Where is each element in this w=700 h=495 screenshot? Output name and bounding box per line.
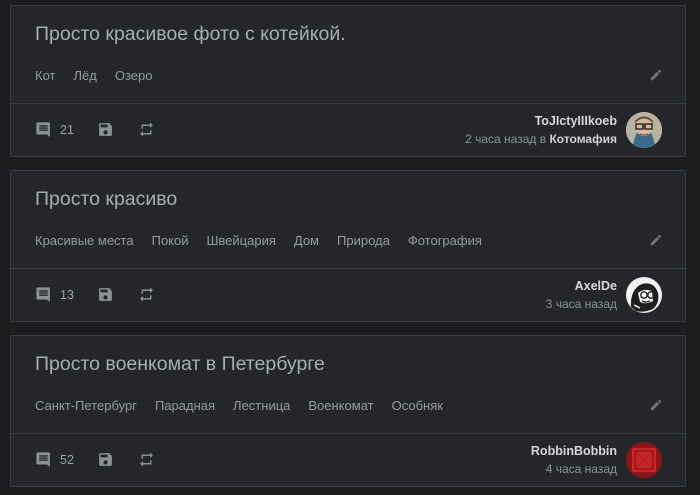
repost-button[interactable]: [137, 121, 156, 138]
tag[interactable]: Военкомат: [308, 398, 373, 413]
save-floppy-icon: [99, 123, 112, 136]
author-name[interactable]: RobbinBobbin: [531, 444, 617, 458]
post-meta: 2 часа назад в Котомафия: [465, 132, 617, 146]
story-actions: 13: [35, 286, 156, 303]
story-title[interactable]: Просто красиво: [35, 188, 177, 211]
comment-icon: [36, 122, 50, 138]
repost-icon: [140, 287, 153, 302]
community-link[interactable]: Котомафия: [549, 132, 617, 146]
comments-count: 52: [60, 452, 74, 467]
story-title[interactable]: Просто военкомат в Петербурге: [35, 353, 325, 376]
avatar-glasses-man-icon[interactable]: [626, 112, 662, 148]
comments-count: 13: [60, 287, 74, 302]
story-feed: Просто красивое фото с котейкой. Кот Лёд…: [0, 0, 700, 495]
story-actions: 52: [35, 451, 156, 468]
comment-icon: [36, 287, 50, 303]
save-button[interactable]: [97, 451, 114, 468]
tag[interactable]: Красивые места: [35, 233, 134, 248]
repost-button[interactable]: [137, 286, 156, 303]
tag[interactable]: Санкт-Петербург: [35, 398, 137, 413]
story-title[interactable]: Просто красивое фото с котейкой.: [35, 23, 346, 46]
author-info: ToJIctyIIIkoeb 2 часа назад в Котомафия: [465, 114, 617, 146]
author-name[interactable]: ToJIctyIIIkoeb: [465, 114, 617, 128]
story-header: Просто красиво Красивые места Покой Швей…: [11, 171, 685, 269]
tag[interactable]: Особняк: [392, 398, 443, 413]
comments-count: 21: [60, 122, 74, 137]
in-word: в: [539, 132, 547, 146]
story-header: Просто красивое фото с котейкой. Кот Лёд…: [11, 6, 685, 104]
repost-button[interactable]: [137, 451, 156, 468]
author-info: RobbinBobbin 4 часа назад: [531, 444, 617, 476]
repost-icon: [140, 122, 153, 137]
story-card: Просто красивое фото с котейкой. Кот Лёд…: [10, 5, 686, 157]
story-tags: Санкт-Петербург Парадная Лестница Военко…: [35, 398, 443, 413]
post-meta: 4 часа назад: [531, 462, 617, 476]
author-info: AxelDe 3 часа назад: [546, 279, 617, 311]
comments-button[interactable]: 52: [35, 451, 88, 468]
tag[interactable]: Лёд: [73, 68, 96, 83]
tag[interactable]: Фотография: [408, 233, 482, 248]
avatar-red-square-icon[interactable]: [626, 442, 662, 478]
tag[interactable]: Парадная: [155, 398, 215, 413]
save-button[interactable]: [97, 286, 114, 303]
edit-pencil-icon[interactable]: [649, 68, 663, 82]
edit-pencil-icon[interactable]: [649, 398, 663, 412]
story-header: Просто военкомат в Петербурге Санкт-Пете…: [11, 336, 685, 434]
story-actions: 21: [35, 121, 156, 138]
edit-pencil-icon[interactable]: [649, 233, 663, 247]
author-name[interactable]: AxelDe: [546, 279, 617, 293]
post-time: 3 часа назад: [545, 297, 617, 311]
story-footer: 21 ToJIctyIIIkoeb 2 часа назад в Котомаф…: [11, 104, 685, 156]
post-time: 2 часа назад: [465, 132, 537, 146]
tag[interactable]: Дом: [294, 233, 319, 248]
story-footer: 52 RobbinBobbin 4 часа назад: [11, 434, 685, 486]
comment-icon: [36, 452, 50, 468]
story-card: Просто военкомат в Петербурге Санкт-Пете…: [10, 335, 686, 487]
story-tags: Кот Лёд Озеро: [35, 68, 152, 83]
tag[interactable]: Швейцария: [207, 233, 276, 248]
comments-button[interactable]: 13: [35, 286, 88, 303]
story-card: Просто красиво Красивые места Покой Швей…: [10, 170, 686, 322]
repost-icon: [140, 452, 153, 467]
save-floppy-icon: [99, 288, 112, 301]
tag[interactable]: Природа: [337, 233, 390, 248]
save-floppy-icon: [99, 453, 112, 466]
tag[interactable]: Покой: [152, 233, 189, 248]
tag[interactable]: Кот: [35, 68, 55, 83]
tag[interactable]: Лестница: [233, 398, 290, 413]
avatar-cartoon-face-icon[interactable]: [626, 277, 662, 313]
post-meta: 3 часа назад: [546, 297, 617, 311]
comments-button[interactable]: 21: [35, 121, 88, 138]
story-tags: Красивые места Покой Швейцария Дом Приро…: [35, 233, 482, 248]
tag[interactable]: Озеро: [115, 68, 153, 83]
save-button[interactable]: [97, 121, 114, 138]
post-time: 4 часа назад: [545, 462, 617, 476]
story-footer: 13 AxelDe 3 часа назад: [11, 269, 685, 321]
